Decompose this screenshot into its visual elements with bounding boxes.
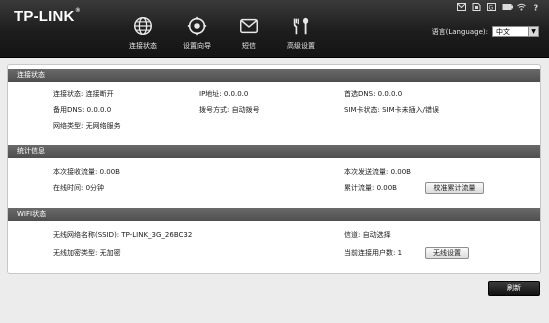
sent-traffic: 本次发送流量: 0.00B [344,168,411,176]
connection-status: 连接状态: 连接断开 [53,90,114,98]
svg-text:G: G [489,5,494,12]
received-traffic: 本次接收流量: 0.00B [53,168,120,176]
language-selector: 语言(Language): 中文 ▼ [432,26,539,37]
status-icon-bar: G ? [457,3,541,13]
nav-setup-wizard[interactable]: 设置向导 [168,15,226,55]
network-type: 网络类型: 无网络服务 [53,122,121,130]
tools-icon [293,17,309,35]
status-panel: 连接状态 连接状态: 连接断开 IP地址: 0.0.0.0 首选DNS: 0.0… [7,64,541,274]
nav-advanced-settings[interactable]: 高级设置 [272,15,330,55]
total-traffic: 累计流量: 0.00B [344,184,397,192]
nav-label: 高级设置 [287,42,315,50]
nav-sms[interactable]: 短信 [220,15,278,55]
connected-clients: 当前连接用户数: 1 [344,249,403,257]
logo-registered-mark: ® [75,8,81,14]
chevron-down-icon: ▼ [528,27,538,36]
help-icon[interactable]: ? [532,3,541,13]
backup-dns: 备用DNS: 0.0.0.0 [53,106,112,114]
refresh-button[interactable]: 刷新 [488,281,540,296]
calibrate-traffic-button[interactable]: 校准累计流量 [425,182,484,194]
globe-icon [134,17,152,35]
language-value: 中文 [496,27,510,36]
envelope-icon [240,18,258,34]
primary-dns: 首选DNS: 0.0.0.0 [344,90,403,98]
sim-status: SIM卡状态: SIM卡未插入/错误 [344,106,440,114]
wireless-settings-button[interactable]: 无线设置 [425,247,469,259]
section-header-wifi: WIFI状态 [8,208,540,221]
language-label: 语言(Language): [431,27,488,36]
nav-label: 连接状态 [129,42,157,50]
sms-status-icon [457,3,466,11]
nav-label: 短信 [242,42,256,50]
tp-link-logo: TP-LINK® [14,8,80,25]
svg-text:?: ? [534,4,539,12]
ip-address: IP地址: 0.0.0.0 [199,90,249,98]
nav-connection-status[interactable]: 连接状态 [114,15,172,55]
logo-text: TP-LINK [14,8,75,25]
wifi-channel: 信道: 自动选择 [344,231,391,239]
wizard-icon [187,16,207,36]
sim-status-icon [472,3,481,11]
wifi-encryption: 无线加密类型: 无加密 [53,249,121,257]
battery-icon [502,3,513,11]
section-header-connection: 连接状态 [8,69,540,82]
section-header-stats: 统计信息 [8,145,540,158]
wifi-signal-icon [517,3,526,11]
network-status-icon: G [487,3,496,12]
online-time: 在线时间: 0分钟 [53,184,105,192]
wifi-ssid: 无线网络名称(SSID): TP-LINK_3G_26BC32 [53,231,193,239]
nav-label: 设置向导 [183,42,211,50]
dial-mode: 拨号方式: 自动拨号 [199,106,260,114]
language-dropdown[interactable]: 中文 ▼ [492,26,539,37]
top-header: TP-LINK® 连接状态 设置向导 短信 高级设置 G ? 语言(Langua… [0,0,549,58]
